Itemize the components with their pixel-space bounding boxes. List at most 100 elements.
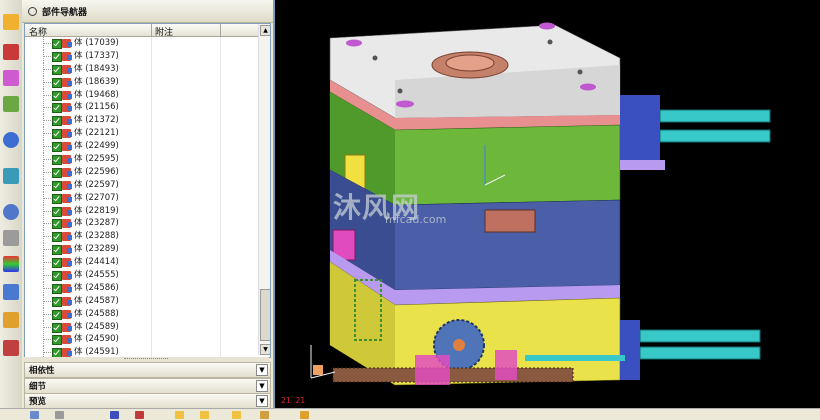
system-materials-icon[interactable] [3,230,19,246]
graphics-viewport[interactable]: 沐风网 mfcad.com 21 21 [275,0,820,408]
tree-row[interactable]: 体 (22499) [25,140,258,154]
visibility-checkbox[interactable] [52,335,62,346]
tree-row-label: 体 (24588) [74,308,119,319]
visibility-checkbox[interactable] [52,129,62,140]
tree-row[interactable]: 体 (21156) [25,101,258,115]
visibility-checkbox[interactable] [52,322,62,333]
tree-row[interactable]: 体 (23288) [25,230,258,244]
filter-icon[interactable] [55,411,64,419]
visibility-checkbox[interactable] [52,219,62,230]
visibility-checkbox[interactable] [52,245,62,256]
tree-row[interactable]: 体 (21372) [25,114,258,128]
constraint-navigator-icon[interactable] [3,44,19,60]
navigator-tree: 名称 附注 体 (17039) 体 (17337) 体 (18493) 体 (1863… [24,23,271,358]
tree-row[interactable]: 体 (24586) [25,281,258,295]
scroll-up-icon[interactable]: ▲ [260,25,270,36]
visibility-checkbox[interactable] [52,90,62,101]
tree-row[interactable]: 体 (24555) [25,269,258,283]
select-icon[interactable] [30,411,39,419]
visibility-checkbox[interactable] [52,296,62,307]
tree-row[interactable]: 体 (24414) [25,256,258,270]
visibility-checkbox[interactable] [52,116,62,127]
visibility-checkbox[interactable] [52,271,62,282]
visibility-checkbox[interactable] [52,77,62,88]
body-link-icon [67,261,72,267]
section-dependencies[interactable]: 相依性 ▼ [24,362,271,378]
midpoint-icon[interactable] [200,411,209,419]
part-navigator-icon[interactable] [3,70,19,86]
visibility-checkbox[interactable] [52,206,62,217]
visibility-checkbox[interactable] [52,309,62,320]
visibility-checkbox[interactable] [52,103,62,114]
scroll-thumb[interactable] [260,289,270,341]
lock-icon[interactable] [260,411,269,419]
tree-row[interactable]: 体 (24587) [25,294,258,308]
tree-row-label: 体 (21156) [74,102,119,113]
tree-scrollbar[interactable]: ▲ ▼ [258,24,270,355]
roles-icon[interactable] [3,312,19,328]
tree-row[interactable]: 体 (24589) [25,320,258,334]
visibility-checkbox[interactable] [52,155,62,166]
chevron-down-icon[interactable]: ▼ [256,395,268,407]
tree-row-label: 体 (23289) [74,244,119,255]
tree-row[interactable]: 体 (22121) [25,127,258,141]
tree-row[interactable]: 体 (24588) [25,307,258,321]
endpoint-icon[interactable] [175,411,184,419]
tree-row[interactable]: 体 (22595) [25,153,258,167]
tree-row[interactable]: 体 (22597) [25,178,258,192]
tree-row-label: 体 (22596) [74,166,119,177]
palette-icon[interactable] [3,256,19,272]
tree-row-label: 体 (23287) [74,218,119,229]
visibility-checkbox[interactable] [52,167,62,178]
hd3d-tools-icon[interactable] [3,132,19,148]
visibility-checkbox[interactable] [52,39,62,49]
visibility-checkbox[interactable] [52,142,62,153]
visibility-checkbox[interactable] [52,258,62,269]
tree-row[interactable]: 体 (17039) [25,37,258,50]
tree-row[interactable]: 体 (17337) [25,49,258,63]
section-preview[interactable]: 预览 ▼ [24,393,271,409]
tree-row[interactable]: 体 (23287) [25,217,258,231]
process-studio-icon[interactable] [3,284,19,300]
section-details[interactable]: 细节 ▼ [24,378,271,394]
tree-row-label: 体 (24590) [74,334,119,345]
body-link-icon [67,286,72,292]
system-scenes-icon[interactable] [3,340,19,356]
pin-icon[interactable] [28,7,37,16]
point-icon[interactable] [135,411,144,419]
tree-row-label: 体 (24586) [74,282,119,293]
tree-row[interactable]: 体 (19468) [25,88,258,102]
chevron-down-icon[interactable]: ▼ [256,380,268,392]
body-link-icon [67,119,72,125]
center-icon[interactable] [232,411,241,419]
body-link-icon [67,299,72,305]
history-icon[interactable] [3,204,19,220]
tree-row[interactable]: 体 (23289) [25,243,258,257]
body-link-icon [67,325,72,331]
visibility-checkbox[interactable] [52,283,62,294]
visibility-checkbox[interactable] [52,51,62,62]
reuse-library-icon[interactable] [3,96,19,112]
tree-row[interactable]: 体 (22819) [25,204,258,218]
tree-row[interactable]: 体 (24590) [25,333,258,347]
tree-row[interactable]: 体 (22707) [25,191,258,205]
part-navigator-panel: 部件导航器 名称 附注 体 (17039) 体 (17337) 体 (18493) 体… [22,0,275,409]
web-browser-icon[interactable] [3,168,19,184]
scroll-down-icon[interactable]: ▼ [260,344,270,355]
assembly-navigator-icon[interactable] [3,14,19,30]
chevron-down-icon[interactable]: ▼ [256,364,268,376]
visibility-checkbox[interactable] [52,180,62,191]
body-link-icon [67,54,72,60]
visibility-checkbox[interactable] [52,232,62,243]
visibility-checkbox[interactable] [52,64,62,75]
tree-row-label: 体 (22819) [74,205,119,216]
tree-row[interactable]: 体 (18493) [25,62,258,76]
navigator-title: 部件导航器 [42,8,88,18]
tree-row[interactable]: 体 (18639) [25,75,258,89]
coordinate-readout: 21 21 [281,396,306,405]
visibility-checkbox[interactable] [52,193,62,204]
tree-row[interactable]: 体 (22596) [25,165,258,179]
folder-icon[interactable] [300,411,309,419]
snap-icon[interactable] [110,411,119,419]
tree-row-label: 体 (22499) [74,141,119,152]
